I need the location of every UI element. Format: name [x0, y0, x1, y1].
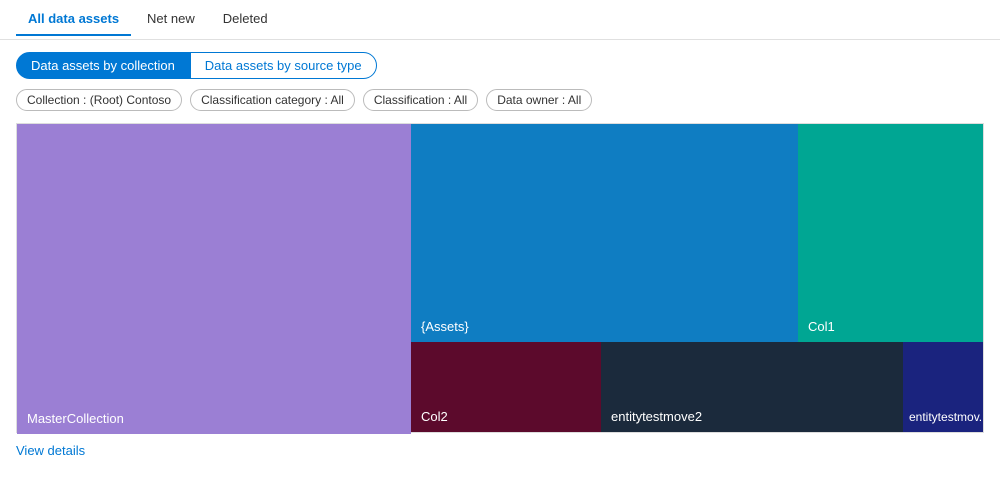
- filter-chip-classification[interactable]: Classification : All: [363, 89, 478, 111]
- filter-row: Collection : (Root) Contoso Classificati…: [16, 89, 984, 111]
- tab-all-data-assets[interactable]: All data assets: [16, 3, 131, 36]
- main-content: Data assets by collection Data assets by…: [0, 40, 1000, 470]
- tile-col1-label: Col1: [808, 319, 835, 334]
- tile-entity-testmov[interactable]: entitytestmov...: [903, 342, 983, 432]
- view-toggle-group: Data assets by collection Data assets by…: [16, 52, 984, 79]
- filter-chip-dataowner[interactable]: Data owner : All: [486, 89, 592, 111]
- tile-entitymov-label: entitytestmov...: [909, 410, 981, 424]
- tile-assets-label: {Assets}: [421, 319, 469, 334]
- treemap-right-bottom: Col2 entitytestmove2 entitytestmov...: [411, 342, 983, 432]
- tile-entity2-label: entitytestmove2: [611, 409, 702, 424]
- toggle-by-source-type[interactable]: Data assets by source type: [190, 52, 377, 79]
- view-details-link[interactable]: View details: [16, 443, 85, 458]
- tab-deleted[interactable]: Deleted: [211, 3, 280, 36]
- tile-master-collection[interactable]: MasterCollection: [17, 124, 411, 434]
- treemap-right: {Assets} Col1 Col2 entitytestmove2 entit…: [411, 124, 983, 432]
- tile-col2[interactable]: Col2: [411, 342, 601, 432]
- tile-col2-label: Col2: [421, 409, 448, 424]
- top-tabs-bar: All data assets Net new Deleted: [0, 0, 1000, 40]
- tile-col1[interactable]: Col1: [798, 124, 983, 342]
- treemap-chart: MasterCollection {Assets} Col1 Col2 enti…: [16, 123, 984, 433]
- tab-net-new[interactable]: Net new: [135, 3, 207, 36]
- tile-entity-testmove2[interactable]: entitytestmove2: [601, 342, 903, 432]
- toggle-by-collection[interactable]: Data assets by collection: [16, 52, 190, 79]
- filter-chip-collection[interactable]: Collection : (Root) Contoso: [16, 89, 182, 111]
- tile-assets[interactable]: {Assets}: [411, 124, 798, 342]
- filter-chip-classcat[interactable]: Classification category : All: [190, 89, 355, 111]
- tile-master-label: MasterCollection: [27, 411, 124, 426]
- treemap-right-top: {Assets} Col1: [411, 124, 983, 342]
